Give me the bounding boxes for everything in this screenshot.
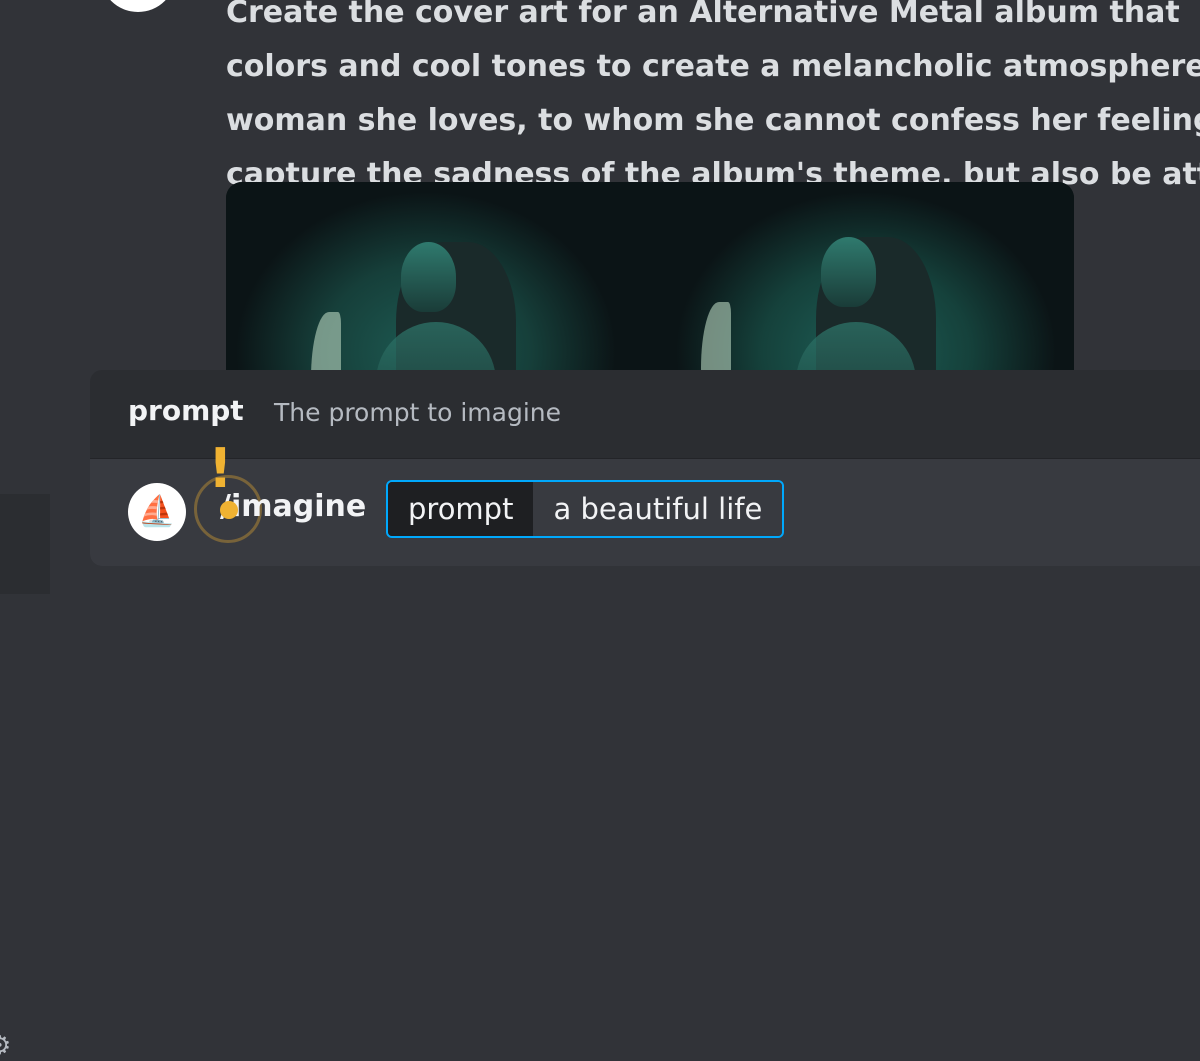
message-line: Create the cover art for an Alternative … [226,0,1180,30]
slash-command-panel: prompt The prompt to imagine ⛵ /imagine … [90,370,1200,566]
message-line: colors and cool tones to create a melanc… [226,49,1200,84]
command-name[interactable]: /imagine [220,489,366,524]
command-option-hint: prompt The prompt to imagine [90,370,1200,459]
param-value-input[interactable]: a beautiful life [533,482,783,536]
param-label: prompt [388,482,534,536]
message-author-avatar[interactable] [100,0,176,12]
command-input-row[interactable]: ⛵ /imagine ! prompt a beautiful life [90,439,1200,566]
option-description: The prompt to imagine [274,398,562,427]
user-panel: ⚙ [0,494,50,1060]
highlight-dot [220,501,238,519]
option-name: prompt [128,394,244,427]
gear-icon[interactable]: ⚙ [0,1032,16,1060]
exclamation-icon: ! [208,437,233,500]
sailboat-icon: ⛵ [128,483,186,541]
message-line: woman she loves, to whom she cannot conf… [226,103,1200,138]
prompt-parameter[interactable]: prompt a beautiful life [386,480,785,538]
message-content: Create the cover art for an Alternative … [226,0,1200,202]
